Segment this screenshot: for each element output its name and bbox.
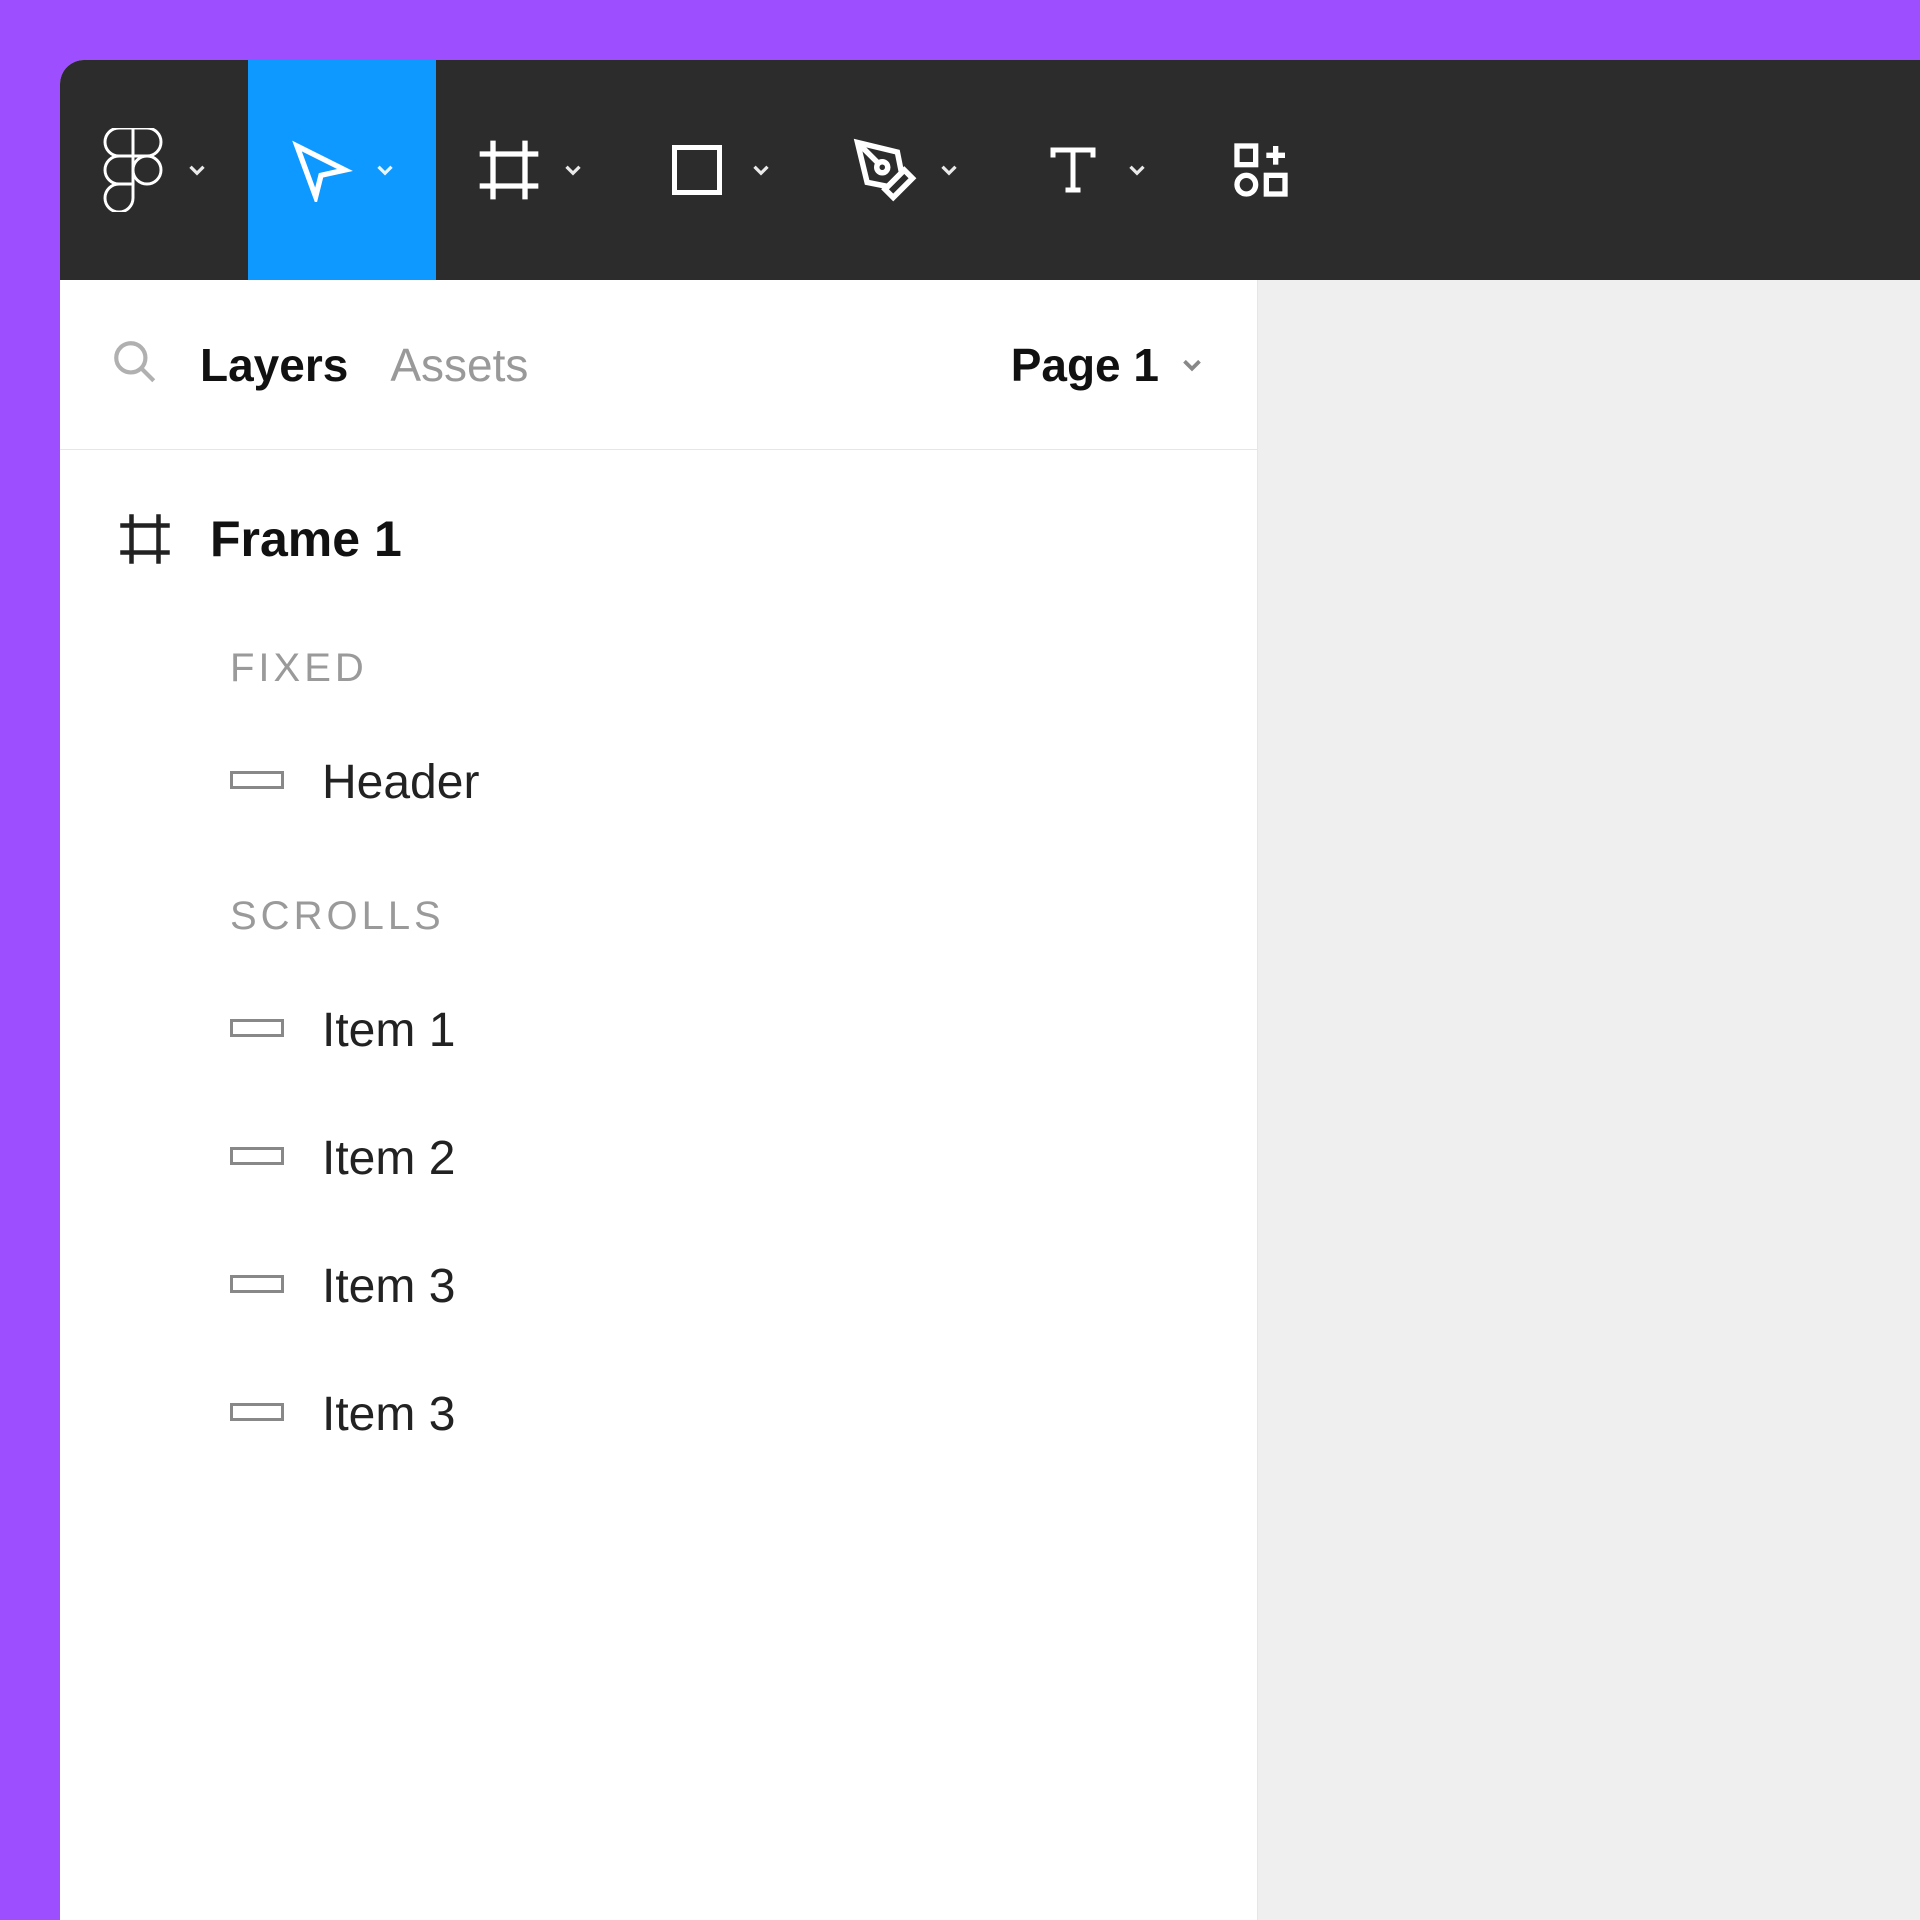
frame-icon [474,135,544,205]
chevron-down-icon [184,157,210,183]
component-icon [230,765,284,800]
layers-tree: Frame 1 FIXED Header SCROLLS Item 1 [60,450,1257,1478]
section-label-fixed: FIXED [60,618,1257,718]
chevron-down-icon [372,157,398,183]
component-icon [230,1013,284,1048]
chevron-down-icon [1124,157,1150,183]
toolbar [60,60,1920,280]
move-tool-button[interactable] [248,60,436,280]
text-icon [1038,135,1108,205]
layer-label: Item 1 [322,1003,455,1058]
shape-tool-button[interactable] [624,60,812,280]
app-window: Layers Assets Page 1 Frame 1 [60,60,1920,1920]
layer-row[interactable]: Item 3 [60,1350,1257,1478]
layer-label: Item 2 [322,1131,455,1186]
figma-logo-icon [98,135,168,205]
component-icon [230,1397,284,1432]
chevron-down-icon [748,157,774,183]
page-selector[interactable]: Page 1 [1011,338,1207,392]
resources-icon [1226,135,1296,205]
pen-tool-button[interactable] [812,60,1000,280]
component-icon [230,1141,284,1176]
page-name: Page 1 [1011,338,1159,392]
figma-menu-button[interactable] [60,60,248,280]
rectangle-icon [662,135,732,205]
chevron-down-icon [1177,350,1207,380]
layer-row[interactable]: Item 3 [60,1222,1257,1350]
layers-sidebar: Layers Assets Page 1 Frame 1 [60,280,1258,1920]
chevron-down-icon [560,157,586,183]
layer-row[interactable]: Item 2 [60,1094,1257,1222]
frame-icon [110,504,180,574]
resources-button[interactable] [1188,60,1334,280]
section-label-scrolls: SCROLLS [60,866,1257,966]
search-icon[interactable] [110,337,160,392]
pen-icon [850,135,920,205]
component-icon [230,1269,284,1304]
tab-layers[interactable]: Layers [200,338,348,392]
layer-row-frame[interactable]: Frame 1 [60,480,1257,598]
layer-label: Frame 1 [210,510,402,568]
panel-header: Layers Assets Page 1 [60,280,1257,450]
layer-label: Item 3 [322,1387,455,1442]
panel-tabs: Layers Assets [200,338,971,392]
pointer-icon [286,135,356,205]
layer-label: Header [322,755,479,810]
tab-assets[interactable]: Assets [390,338,528,392]
layer-row[interactable]: Header [60,718,1257,846]
body: Layers Assets Page 1 Frame 1 [60,280,1920,1920]
layer-row[interactable]: Item 1 [60,966,1257,1094]
layer-label: Item 3 [322,1259,455,1314]
frame-tool-button[interactable] [436,60,624,280]
chevron-down-icon [936,157,962,183]
canvas[interactable] [1258,280,1920,1920]
text-tool-button[interactable] [1000,60,1188,280]
